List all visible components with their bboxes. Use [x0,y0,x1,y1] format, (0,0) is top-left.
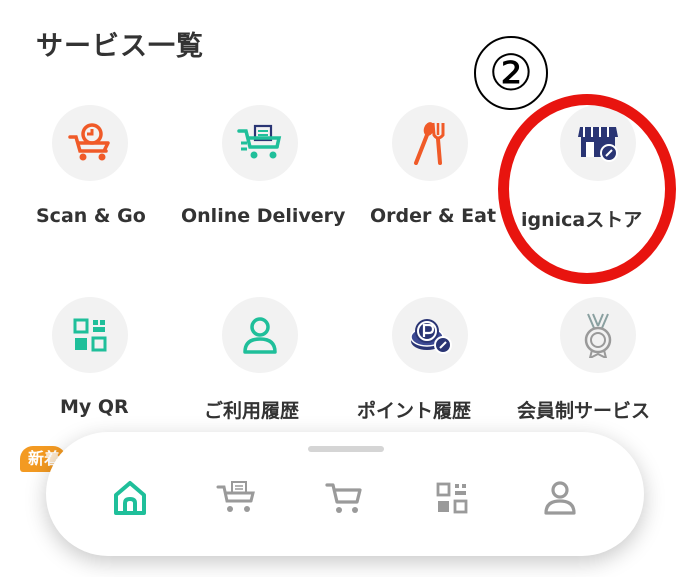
nav-account[interactable] [536,474,584,522]
annotation-number: ② [474,36,548,110]
service-label-scan-and-go: Scan & Go [36,205,146,227]
point-coin-icon [392,297,468,373]
nav-qr[interactable] [428,474,476,522]
nav-cart[interactable] [320,474,368,522]
service-label-membership: 会員制サービス [517,400,651,422]
delivery-cart-icon [216,481,255,512]
qr-code-icon [52,297,128,373]
home-icon [114,481,146,515]
qr-code-icon [436,482,468,514]
service-usage-history[interactable] [222,297,298,373]
service-label-online-delivery: Online Delivery [181,205,346,227]
service-membership[interactable] [560,297,636,373]
service-label-point-history: ポイント履歴 [357,400,472,422]
bottom-nav-bar [46,432,644,556]
service-label-my-qr: My QR [60,396,129,418]
person-icon [222,297,298,373]
service-point-history[interactable] [392,297,468,373]
cart-icon [325,483,362,513]
nav-online-delivery[interactable] [212,474,260,522]
service-online-delivery[interactable] [222,105,298,181]
section-title: サービス一覧 [36,31,204,62]
person-icon [544,481,576,515]
scan-and-go-cart-icon [52,105,128,181]
service-order-and-eat[interactable] [392,105,468,181]
service-label-usage-history: ご利用履歴 [204,400,300,422]
drag-handle[interactable] [308,446,384,452]
service-scan-and-go[interactable] [52,105,128,181]
service-label-order-and-eat: Order & Eat [370,205,497,227]
medal-icon [560,297,636,373]
online-delivery-cart-icon [222,105,298,181]
service-my-qr[interactable] [52,297,128,373]
nav-home[interactable] [106,474,154,522]
spoon-fork-icon [392,105,468,181]
annotation-highlight-ring [498,94,676,284]
